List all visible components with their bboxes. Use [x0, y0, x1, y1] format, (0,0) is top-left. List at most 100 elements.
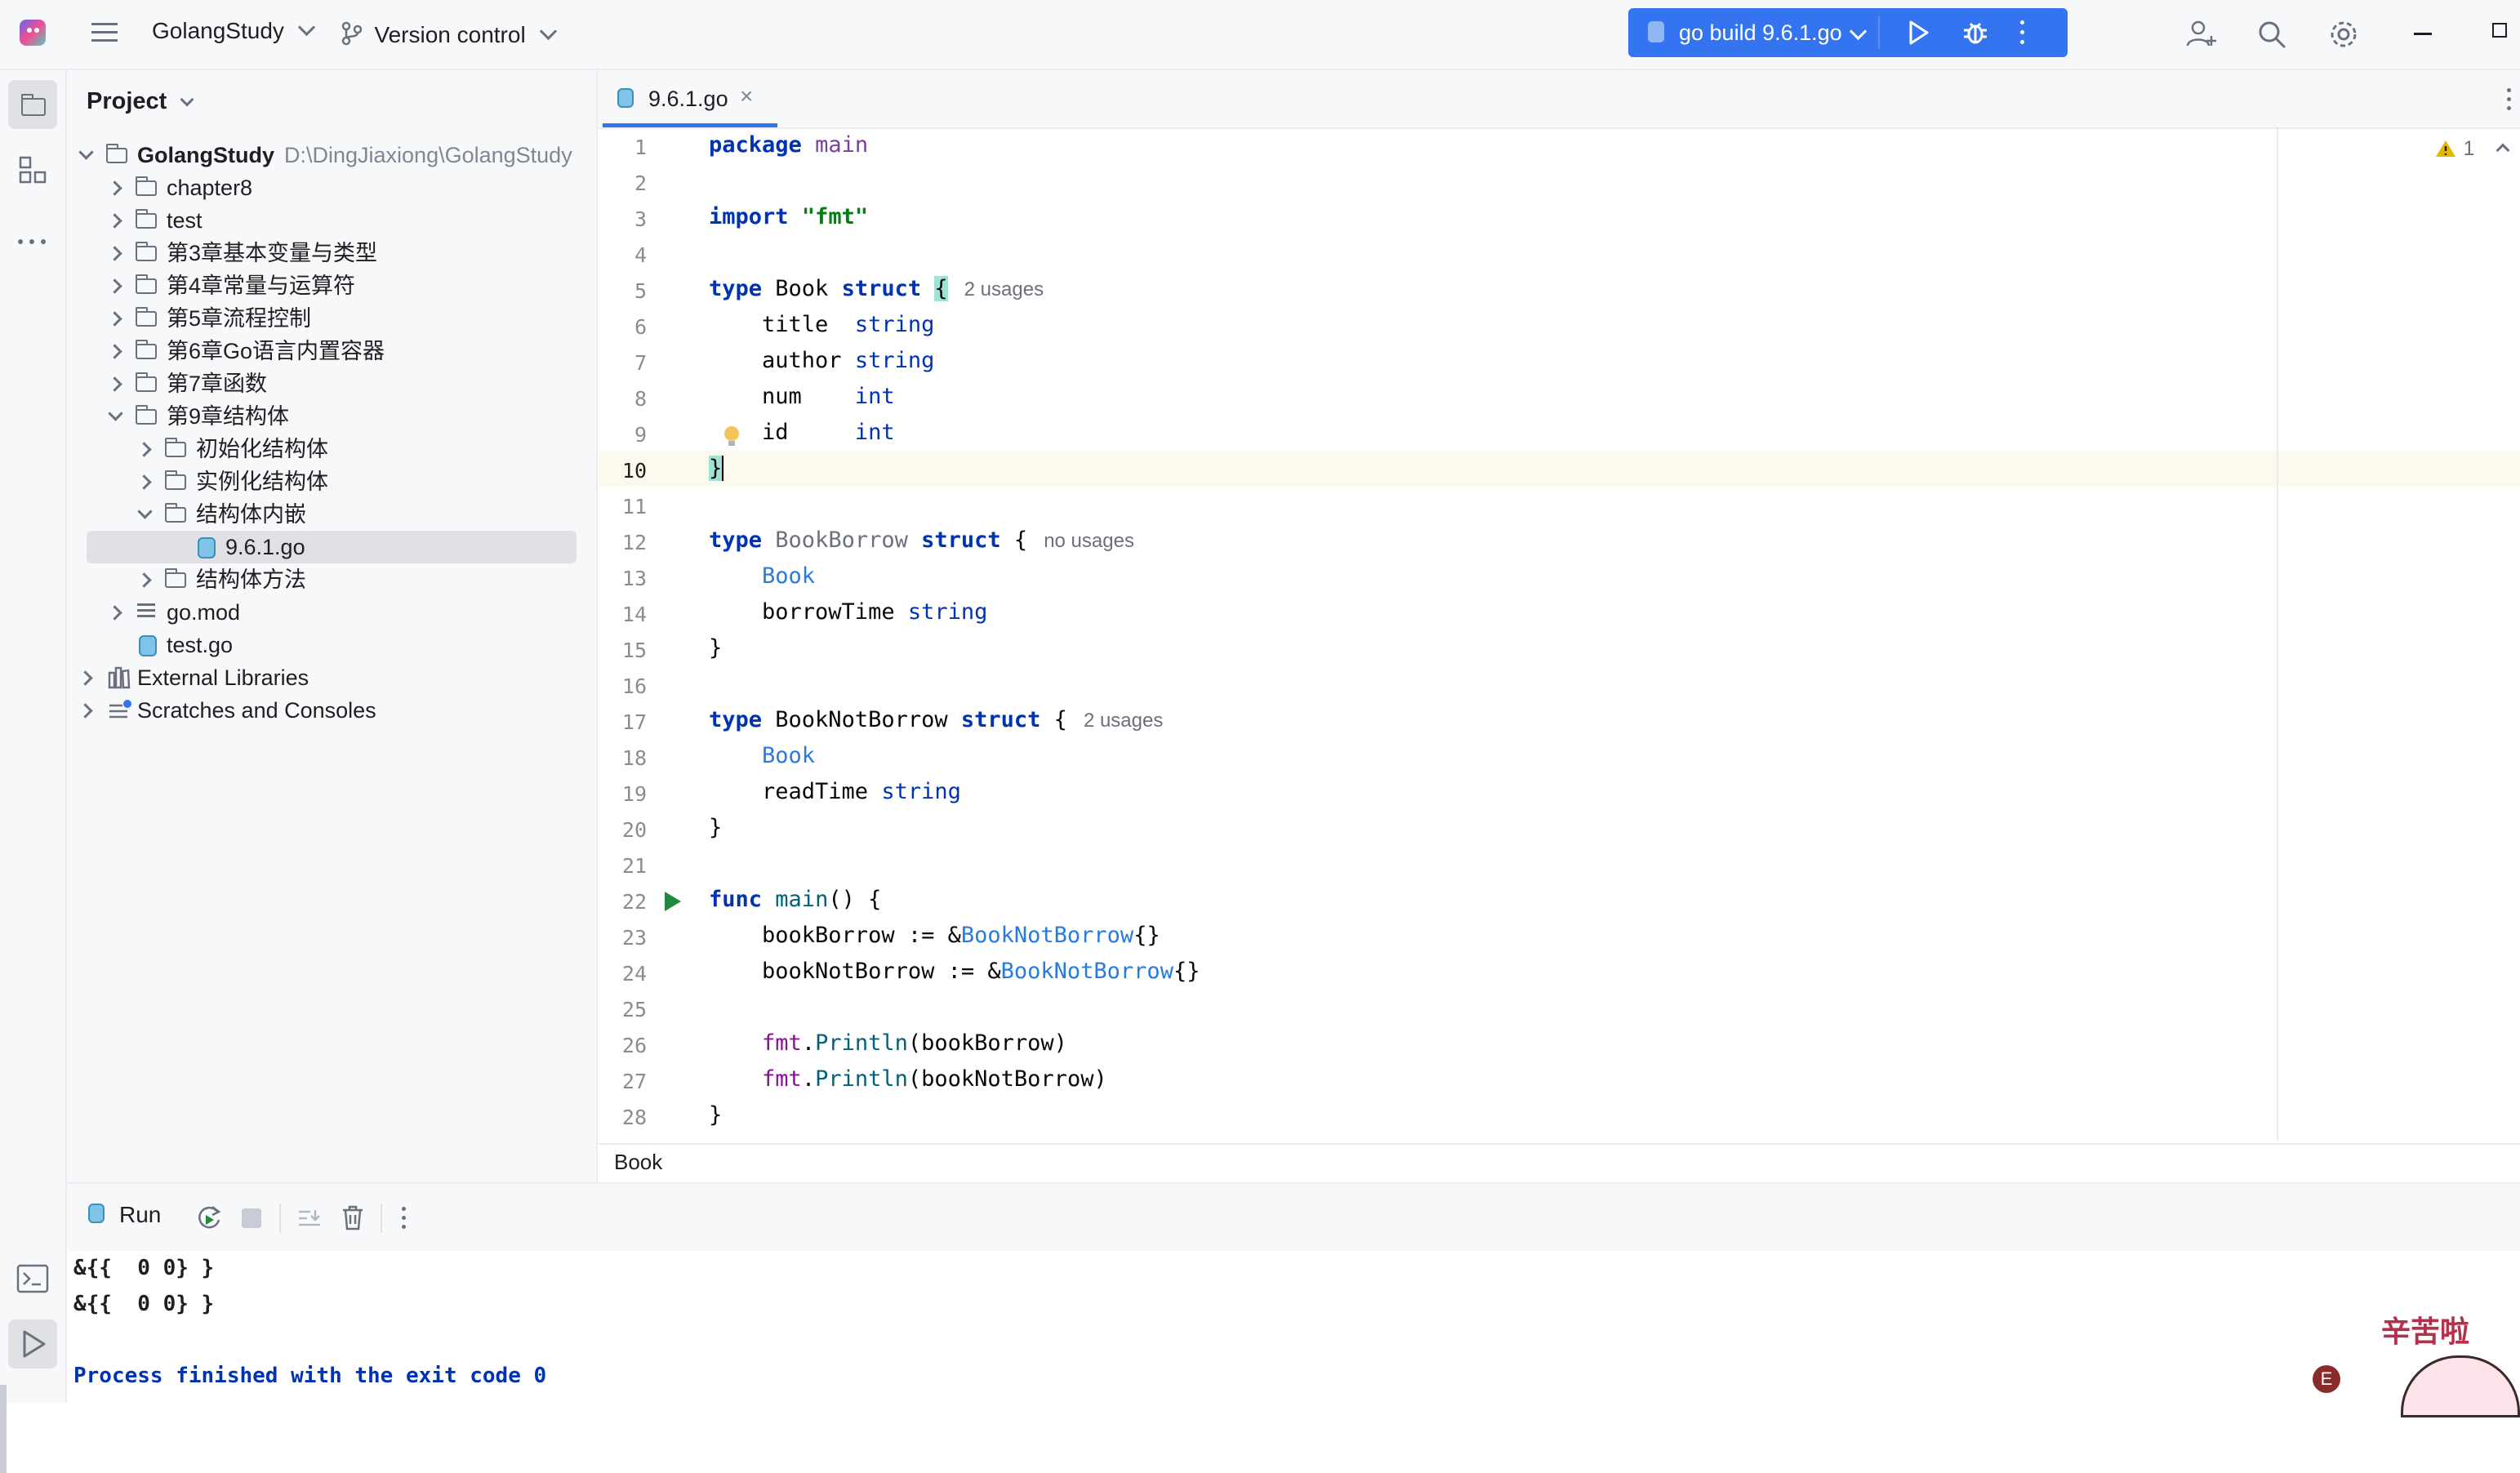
usages-hint[interactable]: 2 usages	[1084, 710, 1163, 732]
sticker-image: 辛苦啦 E	[2311, 1302, 2520, 1417]
restore-button[interactable]	[2492, 23, 2507, 38]
code-line: borrowTime string	[709, 599, 988, 625]
folder-icon	[136, 274, 157, 294]
settings-gear-icon[interactable]	[2327, 18, 2360, 51]
run-icon[interactable]	[1906, 20, 1930, 46]
run-gutter-icon[interactable]	[661, 890, 683, 913]
trash-icon[interactable]	[340, 1204, 366, 1231]
more-tools-icon[interactable]	[18, 234, 51, 244]
chevron-right-icon[interactable]	[77, 694, 96, 727]
chevron-up-icon[interactable]	[2496, 143, 2510, 158]
chevron-right-icon[interactable]	[106, 302, 126, 335]
code-line: bookNotBorrow := &BookNotBorrow{}	[709, 959, 1200, 984]
breadcrumb[interactable]: Book	[614, 1150, 662, 1175]
tree-row[interactable]: 第7章函数	[75, 367, 581, 400]
tree-row[interactable]: 第5章流程控制	[75, 302, 581, 335]
console-output[interactable]: &{{ 0 0} } &{{ 0 0} } Process finished w…	[67, 1251, 2520, 1403]
chevron-right-icon[interactable]	[106, 237, 126, 269]
go-file-icon	[198, 537, 216, 558]
debug-icon[interactable]	[1961, 19, 1989, 47]
tab-options-icon[interactable]	[2507, 88, 2512, 113]
scroll-to-end-icon[interactable]	[296, 1205, 323, 1233]
go-file-icon	[617, 88, 634, 108]
go-file-icon	[88, 1204, 105, 1223]
chevron-right-icon[interactable]	[106, 367, 126, 400]
tree-row[interactable]: Scratches and Consoles	[75, 694, 581, 727]
code-with-me-icon[interactable]	[2185, 18, 2218, 51]
tree-row[interactable]: chapter8	[75, 171, 581, 204]
terminal-icon[interactable]	[16, 1264, 49, 1293]
chevron-right-icon[interactable]	[136, 563, 155, 596]
close-icon[interactable]: ×	[740, 83, 753, 109]
project-selector[interactable]: GolangStudy	[152, 18, 316, 51]
line-number: 15	[621, 639, 647, 662]
chevron-down-icon	[180, 92, 194, 107]
more-options-icon[interactable]	[402, 1207, 407, 1231]
tree-row[interactable]: 第3章基本变量与类型	[75, 237, 581, 269]
usages-hint[interactable]: no usages	[1044, 530, 1134, 552]
tree-row[interactable]: 第4章常量与运算符	[75, 269, 581, 302]
main-menu-icon[interactable]	[91, 23, 118, 44]
chevron-down-icon[interactable]	[136, 498, 155, 531]
line-number: 8	[634, 387, 647, 411]
rerun-icon[interactable]	[194, 1204, 224, 1233]
search-icon[interactable]	[2255, 18, 2288, 51]
run-config-label: go build 9.6.1.go	[1679, 20, 1842, 45]
vcs-selector[interactable]: Version control	[341, 18, 558, 51]
tree-row[interactable]: 第6章Go语言内置容器	[75, 335, 581, 367]
sticker-text: 辛苦啦	[2381, 1315, 2470, 1348]
stop-icon[interactable]	[242, 1208, 261, 1228]
tree-row[interactable]: External Libraries	[75, 661, 581, 694]
library-icon	[108, 666, 131, 689]
line-number: 26	[621, 1034, 647, 1057]
tree-row[interactable]: go.mod	[75, 596, 581, 629]
tree-row[interactable]: test	[75, 204, 581, 237]
console-line: Process finished with the exit code 0	[73, 1364, 547, 1388]
run-tool-button[interactable]	[8, 1319, 57, 1368]
go-file-icon	[1648, 21, 1664, 42]
chevron-down-icon[interactable]	[77, 139, 96, 171]
minimize-button[interactable]	[2414, 33, 2432, 35]
project-view-selector[interactable]: Project	[87, 88, 194, 121]
breadcrumb-bar: Book	[598, 1143, 2520, 1182]
chevron-right-icon[interactable]	[136, 465, 155, 498]
tree-label: 9.6.1.go	[225, 535, 305, 559]
chevron-right-icon[interactable]	[106, 171, 126, 204]
mod-file-icon	[137, 603, 155, 621]
more-options-icon[interactable]	[2020, 20, 2027, 46]
tree-row[interactable]: 结构体内嵌	[75, 498, 581, 531]
inspection-widget[interactable]: 1	[2435, 136, 2510, 165]
tree-row-selected[interactable]: 9.6.1.go	[87, 531, 577, 563]
chevron-right-icon[interactable]	[106, 596, 126, 629]
chevron-down-icon[interactable]	[106, 400, 126, 433]
tree-row[interactable]: 实例化结构体	[75, 465, 581, 498]
chevron-down-icon	[540, 22, 558, 41]
app-logo-icon[interactable]	[20, 20, 46, 46]
structure-icon[interactable]	[18, 155, 47, 185]
chevron-right-icon[interactable]	[77, 661, 96, 694]
tree-row[interactable]: 结构体方法	[75, 563, 581, 596]
chevron-right-icon[interactable]	[106, 335, 126, 367]
go-file-icon	[139, 635, 157, 656]
code-line: }	[709, 635, 723, 661]
line-number: 5	[634, 279, 647, 303]
run-configuration-widget[interactable]: go build 9.6.1.go	[1628, 8, 2068, 57]
tree-label: chapter8	[167, 176, 253, 200]
chevron-right-icon[interactable]	[106, 269, 126, 302]
vcs-label: Version control	[374, 22, 526, 47]
tree-label: 第3章基本变量与类型	[167, 241, 378, 265]
tree-row[interactable]: test.go	[75, 629, 581, 661]
scratches-icon	[109, 700, 131, 719]
chevron-right-icon[interactable]	[106, 204, 126, 237]
tree-row[interactable]: 第9章结构体	[75, 400, 581, 433]
editor-tab-active[interactable]: 9.6.1.go ×	[603, 70, 777, 127]
run-toolbar: Run	[67, 1182, 2520, 1253]
resize-handle[interactable]	[0, 1385, 7, 1473]
project-tool-button[interactable]	[8, 80, 57, 129]
tree-row[interactable]: 初始化结构体	[75, 433, 581, 465]
usages-hint[interactable]: 2 usages	[964, 278, 1044, 300]
code-line: type BookBorrow struct {no usages	[709, 527, 1134, 553]
chevron-right-icon[interactable]	[136, 433, 155, 465]
folder-icon	[165, 503, 186, 523]
tree-row-root[interactable]: GolangStudy D:\DingJiaxiong\GolangStudy	[75, 139, 581, 171]
